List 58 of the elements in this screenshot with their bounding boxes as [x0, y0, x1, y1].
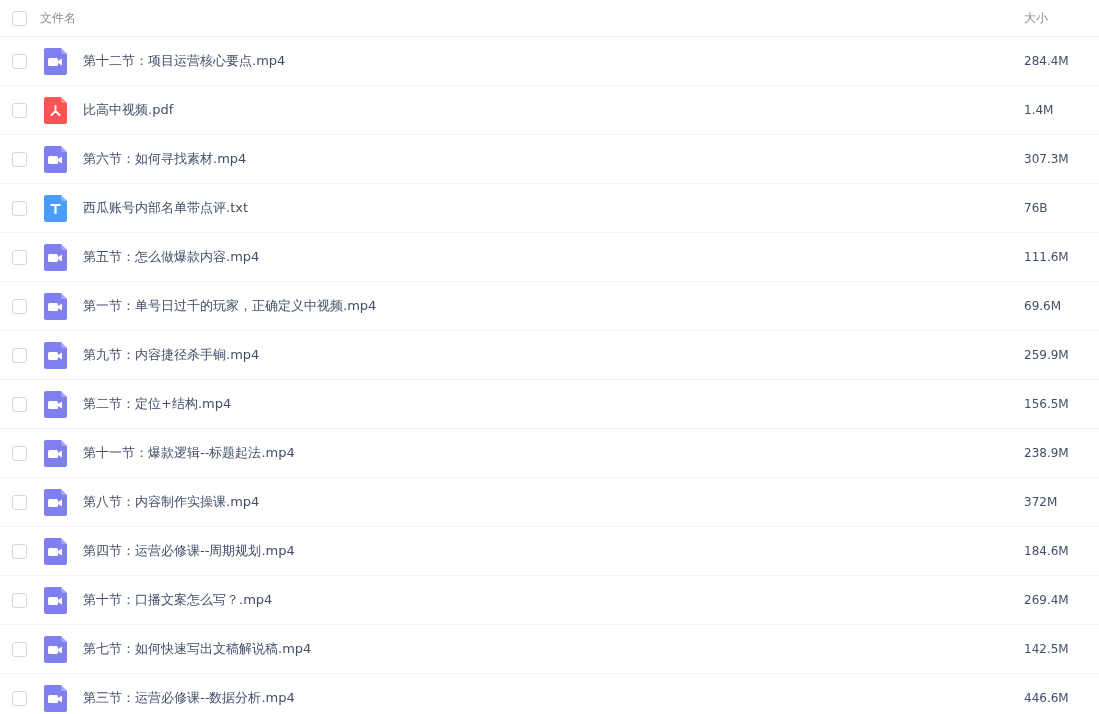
video-file-icon	[44, 292, 67, 320]
video-file-icon	[44, 390, 67, 418]
video-file-icon	[44, 243, 67, 271]
checkbox[interactable]	[12, 53, 27, 69]
file-size: 372M	[1024, 494, 1059, 511]
file-size: 259.9M	[1024, 347, 1070, 364]
file-name[interactable]: 第十一节：爆款逻辑--标题起法.mp4	[83, 443, 1024, 463]
file-size: 446.6M	[1024, 690, 1070, 707]
video-file-icon	[44, 488, 67, 516]
file-name[interactable]: 第一节：单号日过千的玩家，正确定义中视频.mp4	[83, 296, 1024, 316]
checkbox[interactable]	[12, 298, 27, 314]
file-size: 76B	[1024, 200, 1049, 217]
checkbox[interactable]	[12, 494, 27, 510]
video-file-icon	[44, 439, 67, 467]
file-size: 269.4M	[1024, 592, 1070, 609]
file-size: 307.3M	[1024, 151, 1070, 168]
file-name[interactable]: 第五节：怎么做爆款内容.mp4	[83, 247, 1024, 267]
checkbox[interactable]	[12, 200, 27, 216]
file-size: 156.5M	[1024, 396, 1070, 413]
column-header[interactable]: 大小	[1024, 9, 1099, 27]
checkbox[interactable]	[12, 396, 27, 412]
checkbox[interactable]	[12, 151, 27, 167]
file-name[interactable]: 比高中视频.pdf	[83, 100, 1024, 120]
checkbox[interactable]	[12, 249, 27, 265]
checkbox[interactable]	[12, 10, 27, 26]
file-name[interactable]: 第七节：如何快速写出文稿解说稿.mp4	[83, 639, 1024, 659]
checkbox[interactable]	[12, 592, 27, 608]
file-name[interactable]: 第三节：运营必修课--数据分析.mp4	[83, 688, 1024, 708]
checkbox[interactable]	[12, 102, 27, 118]
checkbox[interactable]	[12, 690, 27, 706]
video-file-icon	[44, 635, 67, 663]
file-size: 238.9M	[1024, 445, 1070, 462]
checkbox[interactable]	[12, 641, 27, 657]
checkbox[interactable]	[12, 543, 27, 559]
file-size: 284.4M	[1024, 53, 1070, 70]
file-name[interactable]: 西瓜账号内部名单带点评.txt	[83, 198, 1024, 218]
video-file-icon	[44, 537, 67, 565]
text-file-icon	[44, 194, 67, 222]
pdf-file-icon	[44, 96, 67, 124]
video-file-icon	[44, 341, 67, 369]
column-header[interactable]: 文件名	[40, 9, 1024, 27]
video-file-icon	[44, 47, 67, 75]
file-name[interactable]: 第六节：如何寻找素材.mp4	[83, 149, 1024, 169]
checkbox[interactable]	[12, 347, 27, 363]
file-name[interactable]: 第十二节：项目运营核心要点.mp4	[83, 51, 1024, 71]
video-file-icon	[44, 586, 67, 614]
file-name[interactable]: 第九节：内容捷径杀手锏.mp4	[83, 345, 1024, 365]
file-size: 1.4M	[1024, 102, 1055, 119]
file-size: 184.6M	[1024, 543, 1070, 560]
file-size: 69.6M	[1024, 298, 1063, 315]
file-name[interactable]: 第四节：运营必修课--周期规划.mp4	[83, 541, 1024, 561]
file-name[interactable]: 第十节：口播文案怎么写？.mp4	[83, 590, 1024, 610]
checkbox[interactable]	[12, 445, 27, 461]
file-name[interactable]: 第二节：定位+结构.mp4	[83, 394, 1024, 414]
file-name[interactable]: 第八节：内容制作实操课.mp4	[83, 492, 1024, 512]
file-size: 142.5M	[1024, 641, 1070, 658]
file-size: 111.6M	[1024, 249, 1070, 266]
video-file-icon	[44, 145, 67, 173]
